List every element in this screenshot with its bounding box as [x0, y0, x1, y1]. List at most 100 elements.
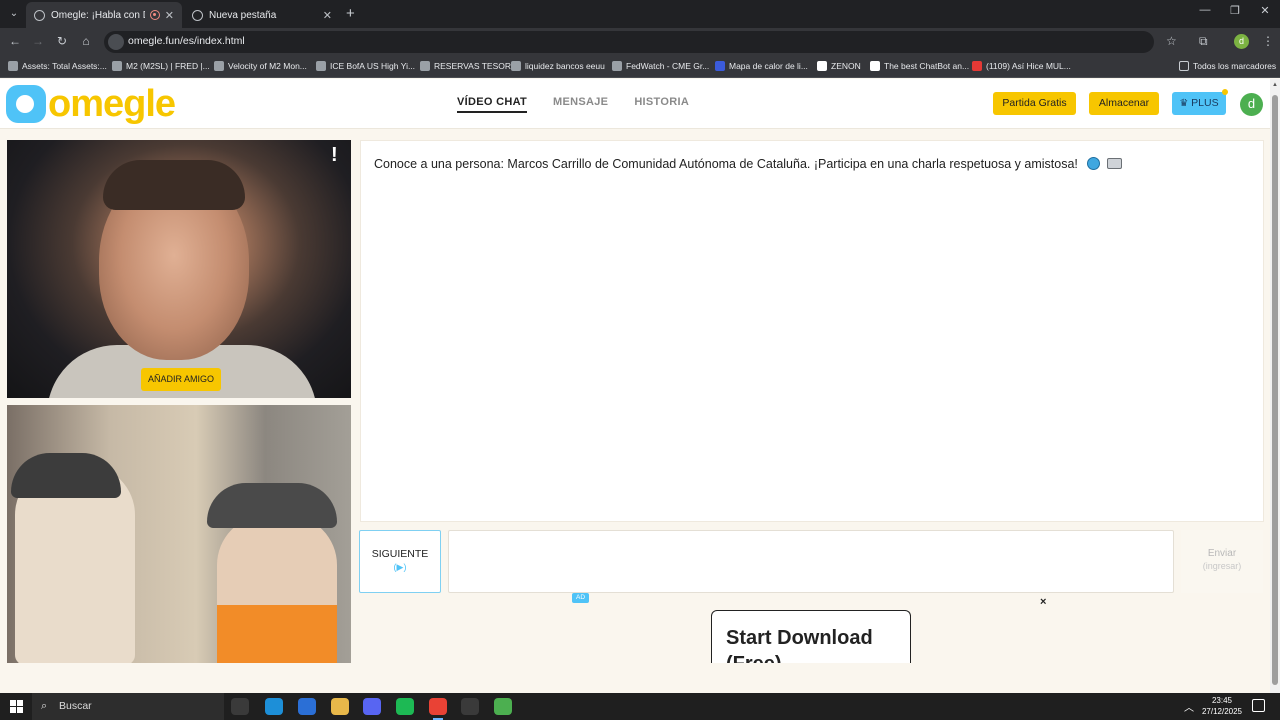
bookmark-item[interactable]: Velocity of M2 Mon...	[214, 61, 307, 71]
new-tab-button[interactable]: +	[346, 5, 355, 22]
minimize-icon[interactable]: —	[1190, 4, 1220, 16]
search-icon: ⌕	[41, 700, 48, 712]
discord-icon[interactable]	[363, 698, 381, 715]
store-button[interactable]: Almacenar	[1089, 92, 1159, 115]
next-button[interactable]: SIGUIENTE (▶)	[359, 530, 441, 593]
stranger-video	[7, 140, 351, 398]
home-icon[interactable]: ⌂	[78, 34, 94, 48]
menu-icon[interactable]: ⋮	[1262, 34, 1274, 48]
bookmark-item[interactable]: ICE BofA US High Yi...	[316, 61, 415, 71]
bookmark-label: liquidez bancos eeuu	[525, 61, 605, 71]
bookmark-icon	[715, 61, 725, 71]
bookmark-item[interactable]: FedWatch - CME Gr...	[612, 61, 709, 71]
bookmark-icon	[612, 61, 622, 71]
plus-button[interactable]: PLUS	[1172, 89, 1228, 115]
tab-new-tab[interactable]: Nueva pestaña ✕	[184, 2, 340, 28]
window-close-icon[interactable]: ✕	[1250, 4, 1280, 17]
forward-icon[interactable]: →	[30, 34, 46, 48]
address-bar[interactable]: omegle.fun/es/index.html	[104, 31, 1154, 53]
clock-date: 27/12/2025	[1201, 707, 1243, 716]
close-tab-icon[interactable]: ✕	[165, 9, 174, 22]
system-clock[interactable]: 23:45 27/12/2025	[1200, 695, 1244, 717]
chrome-icon[interactable]	[429, 698, 447, 720]
browser-toolbar: ← → ↻ ⌂ omegle.fun/es/index.html ☆ ⧉ d ⋮	[0, 28, 1280, 56]
tray-chevron-icon[interactable]: ︿	[1184, 699, 1194, 714]
self-video	[7, 405, 351, 663]
site-info-icon[interactable]	[108, 34, 124, 50]
extensions-icon[interactable]: ⧉	[1199, 34, 1208, 49]
bookmark-label: Mapa de calor de li...	[729, 61, 808, 71]
recorder-icon[interactable]	[461, 698, 479, 715]
bookmark-label: ZENON	[831, 61, 861, 71]
url-text: omegle.fun/es/index.html	[128, 35, 245, 47]
bookmark-icon	[817, 61, 827, 71]
profile-avatar[interactable]: d	[1234, 34, 1249, 49]
bookmark-label: FedWatch - CME Gr...	[626, 61, 710, 71]
bookmark-item[interactable]: M2 (M2SL) | FRED |...	[112, 61, 210, 71]
bookmark-label: (1109) Así Hice MUL...	[986, 61, 1071, 71]
browser-tab-strip: ⌄ Omegle: ¡Habla con Desconocidos! ✕ Nue…	[0, 0, 1280, 28]
bookmark-item[interactable]: liquidez bancos eeuu	[511, 61, 605, 71]
taskbar-search-label: Buscar	[59, 700, 92, 712]
spotify-icon[interactable]	[396, 698, 414, 715]
bookmark-label: ICE BofA US High Yi...	[330, 61, 416, 71]
add-friend-button[interactable]: AÑADIR AMIGO	[141, 368, 222, 391]
store-icon[interactable]	[298, 698, 316, 715]
windows-start-icon[interactable]	[10, 700, 23, 713]
bookmark-item[interactable]: ZENON	[817, 61, 861, 71]
clock-time: 23:45	[1211, 696, 1233, 705]
message-input[interactable]	[448, 530, 1174, 593]
bookmark-item[interactable]: Mapa de calor de li...	[715, 61, 808, 71]
notification-icon[interactable]	[1252, 699, 1265, 712]
camera-emoji-icon	[1106, 158, 1122, 169]
bookmark-icon	[511, 61, 521, 71]
user-avatar[interactable]: d	[1240, 93, 1263, 116]
omegle-logo[interactable]: omegle	[6, 85, 176, 123]
site-header: omegle VÍDEO CHAT MENSAJE HISTORIA Parti…	[0, 79, 1270, 129]
bookmarks-bar: Assets: Total Assets:... M2 (M2SL) | FRE…	[0, 56, 1280, 78]
close-tab-icon[interactable]: ✕	[323, 9, 332, 22]
reload-icon[interactable]: ↻	[54, 34, 70, 48]
folder-icon	[1179, 61, 1189, 71]
vpn-icon[interactable]	[494, 698, 512, 715]
bookmark-icon	[870, 61, 880, 71]
bookmark-item[interactable]: Assets: Total Assets:...	[8, 61, 107, 71]
globe-icon	[192, 9, 203, 21]
globe-icon	[34, 9, 45, 21]
ad-close-icon[interactable]: ×	[1040, 596, 1046, 608]
youtube-icon	[972, 61, 982, 71]
taskbar-search[interactable]: ⌕ Buscar	[32, 693, 224, 720]
ad-subtitle: (Free)	[726, 653, 782, 663]
tab-search-icon[interactable]: ⌄	[4, 4, 24, 24]
free-match-button[interactable]: Partida Gratis	[993, 92, 1076, 115]
all-bookmarks[interactable]: Todos los marcadores	[1179, 61, 1276, 71]
edge-icon[interactable]	[265, 698, 283, 715]
page-scrollbar[interactable]	[1270, 79, 1280, 693]
bookmark-item[interactable]: (1109) Así Hice MUL...	[972, 61, 1071, 71]
bookmark-item[interactable]: The best ChatBot an...	[870, 61, 969, 71]
bookmark-icon	[8, 61, 18, 71]
bookmark-label: M2 (M2SL) | FRED |...	[126, 61, 210, 71]
next-button-label: SIGUIENTE	[371, 548, 429, 560]
send-button-label: Enviar	[1207, 548, 1237, 559]
ad-banner[interactable]: Start Download (Free)	[711, 610, 911, 663]
restore-icon[interactable]: ❐	[1220, 4, 1250, 17]
report-button[interactable]: !	[331, 144, 338, 167]
task-view-icon[interactable]	[231, 698, 249, 715]
self-safety-vest	[217, 605, 337, 663]
scrollbar-thumb[interactable]	[1272, 95, 1278, 685]
bookmark-item[interactable]: RESERVAS TESORO	[420, 61, 518, 71]
all-bookmarks-label: Todos los marcadores	[1193, 61, 1277, 71]
globe-emoji-icon	[1087, 157, 1101, 170]
back-icon[interactable]: ←	[7, 34, 23, 48]
scroll-up-icon[interactable]: ▲	[1272, 82, 1278, 88]
explorer-icon[interactable]	[331, 698, 349, 715]
bookmark-star-icon[interactable]: ☆	[1166, 34, 1177, 48]
nav-video-chat[interactable]: VÍDEO CHAT	[457, 96, 528, 113]
tab-omegle[interactable]: Omegle: ¡Habla con Desconocidos! ✕	[26, 2, 182, 28]
bookmark-icon	[112, 61, 122, 71]
send-button[interactable]: Enviar (ingresar)	[1181, 530, 1263, 593]
nav-history[interactable]: HISTORIA	[634, 96, 689, 113]
bookmark-icon	[316, 61, 326, 71]
nav-message[interactable]: MENSAJE	[553, 96, 608, 113]
